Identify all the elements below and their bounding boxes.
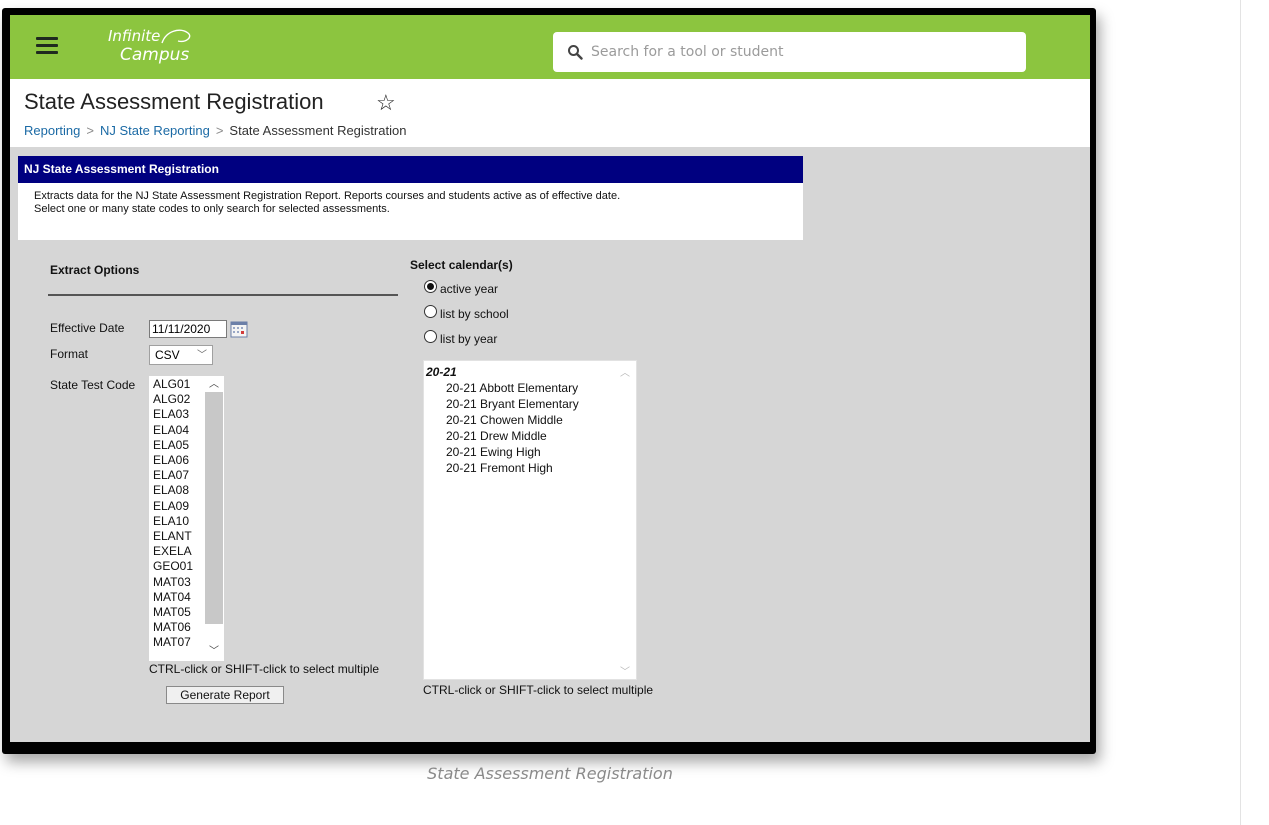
format-selected-value: CSV [155, 348, 180, 362]
state-test-code-items: ALG01 ALG02 ELA03 ELA04 ELA05 ELA06 ELA0… [153, 377, 193, 651]
list-item[interactable]: GEO01 [153, 559, 193, 574]
calendar-icon[interactable] [230, 320, 248, 338]
search-box [553, 32, 1026, 72]
breadcrumb: Reporting > NJ State Reporting > State Asses… [24, 123, 406, 138]
list-item[interactable]: 20-21 Chowen Middle [446, 412, 579, 428]
breadcrumb-nj-state-reporting[interactable]: NJ State Reporting [100, 123, 210, 138]
favorite-star-icon[interactable]: ☆ [376, 90, 396, 116]
description-line-1: Extracts data for the NJ State Assessmen… [34, 190, 621, 202]
calendar-list[interactable]: 20-21 20-21 Abbott Elementary 20-21 Brya… [423, 360, 637, 680]
effective-date-label: Effective Date [50, 321, 125, 335]
app-window: Infinite Campus State Assessment Registr… [10, 15, 1090, 742]
list-item[interactable]: MAT07 [153, 635, 193, 650]
test-code-multi-select-hint: CTRL-click or SHIFT-click to select mult… [149, 662, 380, 676]
list-item[interactable]: ELA03 [153, 407, 193, 422]
format-label: Format [50, 347, 89, 361]
screenshot-frame: Infinite Campus State Assessment Registr… [2, 8, 1096, 754]
radio-list-by-year[interactable] [424, 330, 437, 343]
radio-active-year[interactable] [424, 280, 437, 293]
page-title: State Assessment Registration [24, 89, 324, 114]
list-item[interactable]: MAT05 [153, 605, 193, 620]
scrollbar-thumb[interactable] [205, 392, 223, 624]
list-item[interactable]: ELA06 [153, 453, 193, 468]
scroll-up-icon[interactable]: ︿ [208, 379, 220, 391]
list-item[interactable]: MAT04 [153, 590, 193, 605]
list-item[interactable]: 20-21 Drew Middle [446, 428, 579, 444]
list-item[interactable]: ELA05 [153, 438, 193, 453]
radio-list-by-school[interactable] [424, 305, 437, 318]
list-item[interactable]: 20-21 Abbott Elementary [446, 380, 579, 396]
extract-options-heading: Extract Options [50, 263, 140, 277]
scroll-down-icon[interactable]: ﹀ [620, 663, 630, 678]
list-item[interactable]: ELANT [153, 529, 193, 544]
image-caption: State Assessment Registration [427, 764, 673, 783]
list-item[interactable]: ALG01 [153, 377, 193, 392]
state-test-code-list[interactable]: ALG01 ALG02 ELA03 ELA04 ELA05 ELA06 ELA0… [149, 376, 224, 661]
select-calendars-heading: Select calendar(s) [410, 258, 513, 272]
search-input[interactable] [591, 38, 1011, 66]
calendar-multi-select-hint: CTRL-click or SHIFT-click to select mult… [423, 683, 654, 697]
list-item[interactable]: ELA07 [153, 468, 193, 483]
calendar-year-group: 20-21 [426, 365, 457, 379]
scroll-up-icon[interactable]: ︿ [620, 364, 630, 379]
logo-swoosh-icon [161, 29, 191, 44]
radio-label-list-by-school: list by school [440, 307, 509, 321]
campus-logo[interactable]: Infinite Campus [98, 25, 218, 71]
generate-report-button[interactable]: Generate Report [166, 686, 284, 704]
logo-text-line2: Campus [120, 45, 190, 65]
scroll-down-icon[interactable]: ﹀ [208, 646, 220, 658]
breadcrumb-separator-icon: > [86, 123, 94, 138]
list-item[interactable]: 20-21 Fremont High [446, 460, 579, 476]
list-item[interactable]: 20-21 Bryant Elementary [446, 396, 579, 412]
chevron-down-icon: ﹀ [197, 350, 207, 361]
search-icon [568, 45, 583, 60]
top-bar: Infinite Campus [10, 15, 1090, 79]
breadcrumb-reporting[interactable]: Reporting [24, 123, 80, 138]
description-line-2: Select one or many state codes to only s… [34, 203, 390, 215]
radio-label-active-year: active year [440, 282, 499, 296]
panel-description: Extracts data for the NJ State Assessmen… [18, 183, 803, 240]
list-item[interactable]: MAT06 [153, 620, 193, 635]
list-item[interactable]: ELA10 [153, 514, 193, 529]
breadcrumb-current: State Assessment Registration [229, 123, 407, 138]
list-item[interactable]: MAT03 [153, 575, 193, 590]
section-divider [48, 294, 398, 296]
list-item[interactable]: ELA09 [153, 499, 193, 514]
breadcrumb-separator-icon: > [215, 123, 224, 138]
list-item[interactable]: 20-21 Ewing High [446, 444, 579, 460]
menu-icon[interactable] [36, 37, 58, 55]
page-divider [1240, 0, 1241, 825]
list-item[interactable]: ELA08 [153, 483, 193, 498]
list-item[interactable]: EXELA [153, 544, 193, 559]
calendar-school-items: 20-21 Abbott Elementary 20-21 Bryant Ele… [446, 380, 579, 476]
radio-label-list-by-year: list by year [440, 332, 498, 346]
page-header: State Assessment Registration ☆ Reportin… [10, 79, 1090, 147]
state-test-code-label: State Test Code [50, 378, 136, 392]
list-item[interactable]: ELA04 [153, 423, 193, 438]
panel-title: NJ State Assessment Registration [18, 156, 803, 183]
logo-text-line1: Infinite [108, 27, 161, 45]
effective-date-input[interactable]: 11/11/2020 [149, 320, 227, 338]
list-item[interactable]: ALG02 [153, 392, 193, 407]
format-select[interactable]: CSV ﹀ [149, 345, 213, 365]
